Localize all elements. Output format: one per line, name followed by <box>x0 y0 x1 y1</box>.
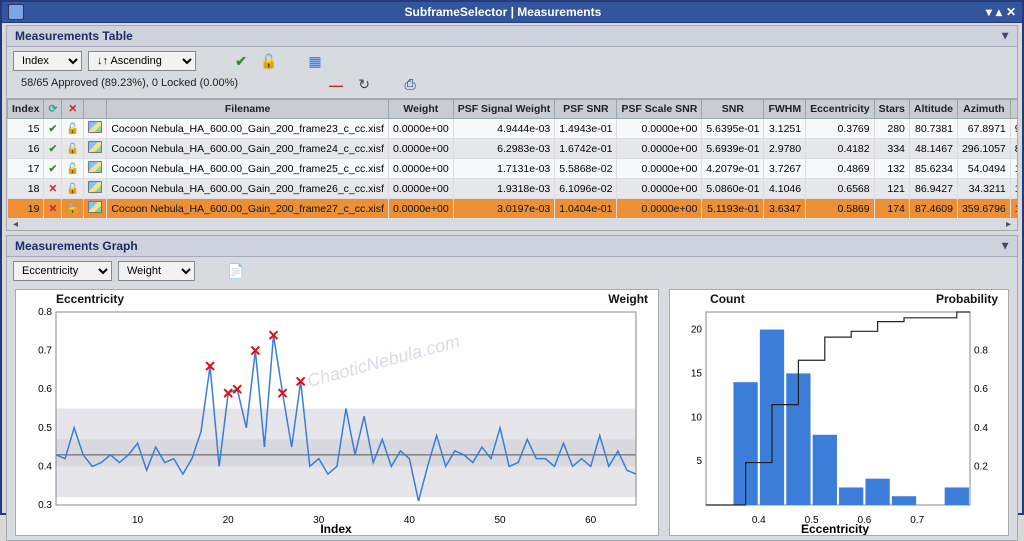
lock-icon[interactable]: 🔓 <box>66 163 79 175</box>
chart1-right-title: Weight <box>608 292 648 306</box>
table-row[interactable]: 18✕🔓Cocoon Nebula_HA_600.00_Gain_200_fra… <box>8 179 1018 199</box>
reload-button[interactable]: ↻ <box>355 76 373 94</box>
sort-direction-select[interactable]: ↓↑ Ascending <box>88 51 196 71</box>
image-file-icon <box>88 161 102 173</box>
svg-text:0.4: 0.4 <box>752 515 766 526</box>
eccentricity-line-chart[interactable]: Eccentricity Weight ChaoticNebula.com 0.… <box>15 289 659 536</box>
collapse-icon[interactable]: ▸ <box>999 243 1013 249</box>
svg-text:50: 50 <box>495 515 507 526</box>
minimize-button[interactable]: ▾ <box>986 5 992 19</box>
maximize-button[interactable]: ▴ <box>996 5 1002 19</box>
svg-text:0.2: 0.2 <box>974 461 988 472</box>
approve-icon[interactable]: ✔ <box>48 163 57 175</box>
section-header-measurements-table[interactable]: Measurements Table ▸ <box>7 26 1017 47</box>
svg-text:0.6: 0.6 <box>38 384 52 395</box>
window-title: SubframeSelector | Measurements <box>24 5 982 19</box>
refresh-col-icon[interactable]: ⟳ <box>48 103 57 115</box>
export-csv-button[interactable]: ⎙ <box>401 76 419 94</box>
svg-text:20: 20 <box>223 515 235 526</box>
eccentricity-histogram[interactable]: Count Probability 5 10 15 20 0.2 0.4 0.6 0.8 0.4… <box>669 289 1009 536</box>
svg-text:20: 20 <box>691 325 703 336</box>
col-stars[interactable]: Stars <box>874 100 909 119</box>
lock-icon[interactable]: 🔓 <box>66 123 79 135</box>
reject-icon[interactable]: ✕ <box>48 183 57 195</box>
svg-text:0.3: 0.3 <box>38 500 52 511</box>
svg-text:0.5: 0.5 <box>38 423 52 434</box>
col-snr[interactable]: SNR <box>702 100 764 119</box>
image-file-icon <box>88 181 102 193</box>
table-row[interactable]: 19✕🔓Cocoon Nebula_HA_600.00_Gain_200_fra… <box>8 199 1018 219</box>
image-file-icon <box>88 201 102 213</box>
section-header-measurements-graph[interactable]: Measurements Graph ▸ <box>7 236 1017 257</box>
svg-text:0.7: 0.7 <box>38 346 52 357</box>
graph-y2-select[interactable]: Weight <box>118 261 195 281</box>
lock-icon[interactable]: 🔓 <box>66 143 79 155</box>
lock-icon[interactable]: 🔓 <box>66 203 79 215</box>
section-title: Measurements Table <box>15 29 133 43</box>
collapse-icon[interactable]: ▸ <box>999 33 1013 39</box>
table-row[interactable]: 15✔🔓Cocoon Nebula_HA_600.00_Gain_200_fra… <box>8 119 1018 139</box>
table-row[interactable]: 16✔🔓Cocoon Nebula_HA_600.00_Gain_200_fra… <box>8 139 1018 159</box>
svg-text:0.6: 0.6 <box>974 384 988 395</box>
close-button[interactable]: ✕ <box>1006 5 1016 19</box>
col-azimuth[interactable]: Azimuth <box>957 100 1010 119</box>
svg-text:0.7: 0.7 <box>910 515 924 526</box>
svg-text:Eccentricity: Eccentricity <box>801 522 869 535</box>
col-psf-snr[interactable]: PSF SNR <box>555 100 617 119</box>
chart2-right-title: Probability <box>936 292 998 306</box>
lock-icon[interactable]: 🔓 <box>66 183 79 195</box>
col-weight[interactable]: Weight <box>388 100 453 119</box>
unlock-all-button[interactable]: 🔓 <box>260 52 278 70</box>
svg-text:10: 10 <box>691 412 703 423</box>
reject-all-button[interactable]: — <box>327 76 345 94</box>
titlebar: SubframeSelector | Measurements ▾ ▴ ✕ <box>2 2 1022 23</box>
svg-text:0.4: 0.4 <box>38 461 52 472</box>
image-file-icon <box>88 121 102 133</box>
col-index[interactable]: Index <box>8 100 44 119</box>
svg-text:60: 60 <box>585 515 597 526</box>
col-eccentricity[interactable]: Eccentricity <box>806 100 875 119</box>
app-icon <box>8 4 24 20</box>
reject-icon[interactable]: ✕ <box>48 203 57 215</box>
svg-text:0.8: 0.8 <box>38 307 52 318</box>
svg-text:10: 10 <box>132 515 144 526</box>
table-row[interactable]: 17✔🔓Cocoon Nebula_HA_600.00_Gain_200_fra… <box>8 159 1018 179</box>
measurements-table: Index⟳✕FilenameWeightPSF Signal WeightPS… <box>7 99 1017 219</box>
svg-text:5: 5 <box>697 456 703 467</box>
section-title: Measurements Graph <box>15 239 138 253</box>
col-filename[interactable]: Filename <box>107 100 389 119</box>
approve-icon[interactable]: ✔ <box>48 123 57 135</box>
hscroll-indicator[interactable]: ◂▸ <box>7 219 1017 230</box>
grid-toggle-button[interactable]: ▦ <box>306 52 324 70</box>
graph-y-select[interactable]: Eccentricity <box>13 261 112 281</box>
approve-icon[interactable]: ✔ <box>48 143 57 155</box>
export-pdf-button[interactable]: 📄 <box>227 262 245 280</box>
reject-col-icon[interactable]: ✕ <box>68 103 77 115</box>
svg-text:40: 40 <box>404 515 416 526</box>
chart1-left-title: Eccentricity <box>56 292 124 306</box>
sort-field-select[interactable]: Index <box>13 51 82 71</box>
col-psf-scale-snr[interactable]: PSF Scale SNR <box>617 100 702 119</box>
col-altitude[interactable]: Altitude <box>909 100 957 119</box>
svg-text:0.4: 0.4 <box>974 423 988 434</box>
col-n[interactable]: N <box>1010 100 1017 119</box>
col-fwhm[interactable]: FWHM <box>764 100 806 119</box>
svg-text:15: 15 <box>691 368 703 379</box>
approval-status-text: 58/65 Approved (89.23%), 0 Locked (0.00%… <box>13 75 246 94</box>
chart2-left-title: Count <box>710 292 745 306</box>
svg-text:Index: Index <box>320 522 352 535</box>
col-psf-signal-weight[interactable]: PSF Signal Weight <box>453 100 555 119</box>
svg-text:0.8: 0.8 <box>974 346 988 357</box>
image-file-icon <box>88 141 102 153</box>
table-toolbar: Index ↓↑ Ascending ✔ 🔓 ▦ <box>7 47 1017 75</box>
approve-all-button[interactable]: ✔ <box>232 52 250 70</box>
